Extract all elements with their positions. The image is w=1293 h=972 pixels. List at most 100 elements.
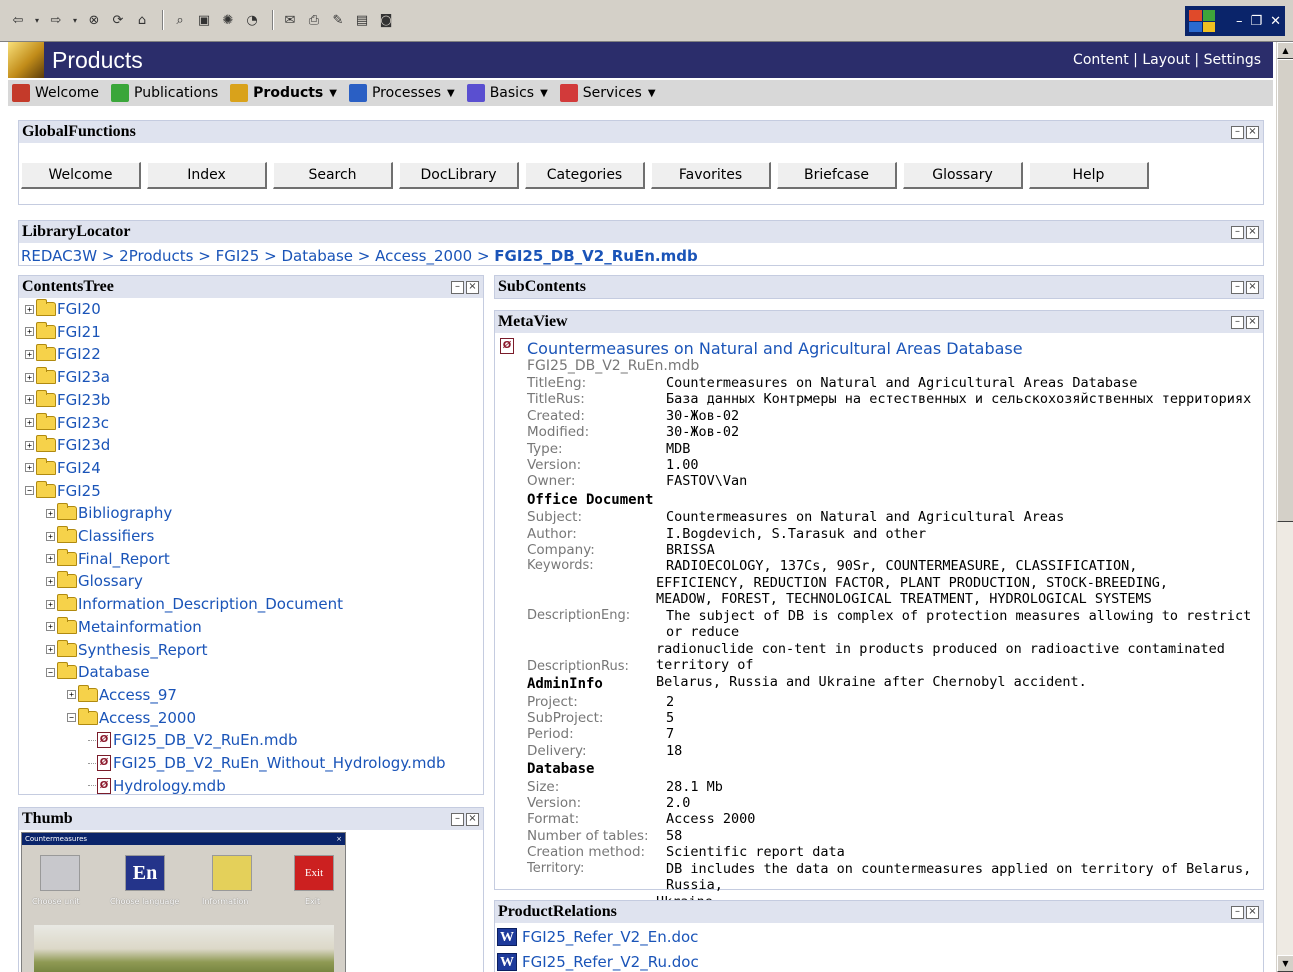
document-title-link[interactable]: Countermeasures on Natural and Agricultu…: [527, 339, 1023, 358]
expand-icon[interactable]: +: [25, 395, 34, 405]
tree-folder-item[interactable]: + FGI23d: [25, 434, 110, 456]
related-document-link[interactable]: W FGI25_Refer_V2_En.doc: [497, 928, 698, 946]
tree-folder-item[interactable]: + FGI24: [25, 457, 101, 479]
close-icon[interactable]: ×: [1246, 315, 1259, 329]
menu-basics[interactable]: Basics ▼: [466, 84, 548, 102]
tree-folder-item[interactable]: + Final_Report: [46, 548, 170, 570]
settings-link[interactable]: Settings: [1204, 52, 1261, 68]
expand-icon[interactable]: +: [25, 349, 34, 359]
minimize-icon[interactable]: –: [1231, 315, 1244, 329]
expand-icon[interactable]: +: [46, 508, 55, 518]
close-icon[interactable]: ×: [1246, 905, 1259, 919]
minimize-icon[interactable]: –: [451, 280, 464, 294]
menu-processes[interactable]: Processes ▼: [348, 84, 455, 102]
related-document-link[interactable]: W FGI25_Refer_V2_Ru.doc: [497, 953, 699, 971]
messenger-icon[interactable]: ◙: [376, 10, 396, 30]
breadcrumb-link[interactable]: Database: [281, 247, 353, 265]
home-icon[interactable]: ⌂: [132, 10, 152, 30]
expand-icon[interactable]: +: [46, 554, 55, 564]
expand-icon[interactable]: +: [25, 440, 34, 450]
expand-icon[interactable]: +: [25, 463, 34, 473]
tree-folder-item[interactable]: + FGI23a: [25, 366, 110, 388]
tree-folder-item[interactable]: + FGI20: [25, 298, 101, 320]
scroll-up-icon[interactable]: ▲: [1277, 42, 1293, 59]
favorites-icon[interactable]: ▣: [194, 10, 214, 30]
page-scrollbar[interactable]: ▲ ▼: [1276, 42, 1293, 972]
tree-folder-item[interactable]: + Bibliography: [46, 502, 172, 524]
tree-folder-item[interactable]: + Synthesis_Report: [46, 639, 208, 661]
glossary-button[interactable]: Glossary: [903, 162, 1023, 189]
collapse-icon[interactable]: −: [67, 713, 76, 723]
help-button[interactable]: Help: [1029, 162, 1149, 189]
collapse-icon[interactable]: −: [46, 667, 55, 677]
breadcrumb-link[interactable]: FGI25: [216, 247, 260, 265]
forward-dropdown-icon[interactable]: ▾: [70, 10, 80, 30]
expand-icon[interactable]: +: [25, 304, 34, 314]
tree-file-item[interactable]: Ø FGI25_DB_V2_RuEn_Without_Hydrology.mdb: [88, 752, 446, 774]
tree-folder-item[interactable]: + Classifiers: [46, 525, 154, 547]
doclibrary-button[interactable]: DocLibrary: [399, 162, 519, 189]
tree-folder-item[interactable]: + FGI23c: [25, 412, 109, 434]
expand-icon[interactable]: +: [46, 645, 55, 654]
tree-folder-item[interactable]: + Glossary: [46, 570, 143, 592]
back-icon[interactable]: ⇦: [8, 10, 28, 30]
breadcrumb-link[interactable]: REDAC3W: [21, 247, 97, 265]
menu-products[interactable]: Products ▼: [230, 84, 337, 102]
tree-folder-item[interactable]: + FGI22: [25, 343, 101, 365]
tree-file-item[interactable]: Ø Hydrology.mdb: [88, 775, 226, 797]
media-icon[interactable]: ✺: [218, 10, 238, 30]
favorites-button[interactable]: Favorites: [651, 162, 771, 189]
menu-services[interactable]: Services ▼: [559, 84, 656, 102]
tree-folder-item[interactable]: + FGI23b: [25, 389, 110, 411]
expand-icon[interactable]: +: [25, 327, 34, 337]
close-icon[interactable]: ×: [466, 280, 479, 294]
index-button[interactable]: Index: [147, 162, 267, 189]
scroll-down-icon[interactable]: ▼: [1277, 955, 1293, 972]
tree-folder-item[interactable]: + Access_97: [67, 684, 177, 706]
tree-file-item[interactable]: Ø FGI25_DB_V2_RuEn.mdb: [88, 729, 298, 751]
briefcase-button[interactable]: Briefcase: [777, 162, 897, 189]
categories-button[interactable]: Categories: [525, 162, 645, 189]
expand-icon[interactable]: +: [25, 418, 34, 427]
minimize-icon[interactable]: –: [1231, 905, 1244, 919]
back-dropdown-icon[interactable]: ▾: [32, 10, 42, 30]
scroll-thumb[interactable]: [1277, 59, 1293, 522]
print-icon[interactable]: ⎙: [304, 10, 324, 30]
close-icon[interactable]: ×: [1246, 280, 1259, 294]
collapse-icon[interactable]: −: [25, 486, 34, 496]
close-icon[interactable]: ×: [1246, 125, 1259, 139]
close-icon[interactable]: ×: [1246, 225, 1259, 239]
tree-folder-item[interactable]: + Information_Description_Document: [46, 593, 343, 615]
expand-icon[interactable]: +: [46, 599, 55, 609]
history-icon[interactable]: ◔: [242, 10, 262, 30]
stop-icon[interactable]: ⊗: [84, 10, 104, 30]
discuss-icon[interactable]: ▤: [352, 10, 372, 30]
search-button[interactable]: Search: [273, 162, 393, 189]
minimize-icon[interactable]: –: [1231, 225, 1244, 239]
tree-folder-item[interactable]: + FGI21: [25, 321, 101, 343]
close-window-icon[interactable]: ✕: [1270, 14, 1281, 29]
welcome-button[interactable]: Welcome: [21, 162, 141, 189]
menu-welcome[interactable]: Welcome: [12, 84, 99, 102]
edit-icon[interactable]: ✎: [328, 10, 348, 30]
restore-window-icon[interactable]: ❐: [1250, 14, 1262, 29]
breadcrumb-link[interactable]: Access_2000: [375, 247, 472, 265]
forward-icon[interactable]: ⇨: [46, 10, 66, 30]
minimize-icon[interactable]: –: [1231, 125, 1244, 139]
minimize-icon[interactable]: –: [1231, 280, 1244, 294]
expand-icon[interactable]: +: [25, 372, 34, 382]
layout-link[interactable]: Layout: [1142, 52, 1190, 68]
tree-folder-item[interactable]: + Metainformation: [46, 616, 202, 638]
minimize-window-icon[interactable]: –: [1236, 14, 1243, 29]
menu-publications[interactable]: Publications: [111, 84, 218, 102]
expand-icon[interactable]: +: [46, 531, 55, 541]
breadcrumb-link[interactable]: 2Products: [119, 247, 193, 265]
expand-icon[interactable]: +: [67, 690, 76, 700]
tree-folder-item[interactable]: − Database: [46, 661, 150, 683]
minimize-icon[interactable]: –: [451, 812, 464, 826]
expand-icon[interactable]: +: [46, 576, 55, 586]
search-icon[interactable]: ⌕: [170, 10, 190, 30]
tree-folder-item[interactable]: − Access_2000: [67, 707, 196, 729]
content-link[interactable]: Content: [1073, 52, 1129, 68]
close-icon[interactable]: ×: [466, 812, 479, 826]
